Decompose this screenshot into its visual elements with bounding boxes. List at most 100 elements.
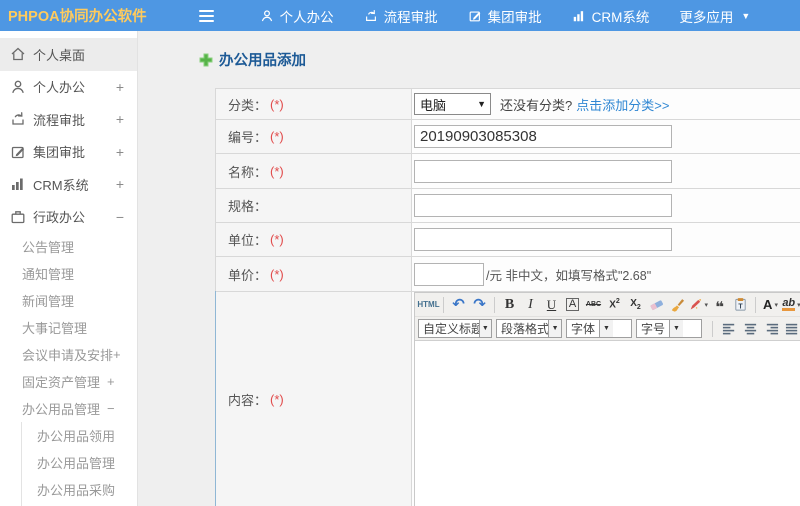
sidebar-item-label: 行政办公 — [33, 210, 86, 226]
form-value-cell — [412, 120, 800, 153]
unit-input[interactable] — [414, 228, 672, 251]
expand-toggle-icon[interactable]: + — [107, 374, 115, 389]
redo-icon[interactable]: ↷ — [470, 295, 489, 314]
font-style-icon[interactable]: A — [563, 295, 582, 314]
bold-icon[interactable]: B — [500, 295, 519, 314]
topnav-item[interactable]: 流程审批 — [349, 0, 453, 31]
sidebar-subitem[interactable]: 通知管理 — [0, 260, 137, 287]
align-justify-icon[interactable] — [783, 319, 800, 338]
font-color-icon[interactable]: A ▾ — [761, 295, 780, 314]
sidebar-item[interactable]: 流程审批 + — [0, 103, 137, 136]
undo-icon[interactable]: ↶ — [449, 295, 468, 314]
field-label: 编号： — [228, 130, 268, 145]
form-value-cell — [412, 189, 800, 222]
toolbar-separator — [755, 296, 756, 313]
format-painter-icon[interactable]: ▾ — [689, 295, 708, 314]
expand-toggle-icon[interactable]: + — [116, 144, 124, 160]
sidebar-subitem-label: 大事记管理 — [22, 321, 88, 336]
blockquote-icon[interactable]: ❝ — [710, 295, 729, 315]
sidebar-subitem[interactable]: 大事记管理 — [0, 314, 137, 341]
toolbar-separator — [494, 296, 495, 313]
html-source-button[interactable]: HTML — [417, 295, 439, 314]
dropdown-caret-icon: ▼ — [548, 320, 561, 337]
required-marker: (*) — [270, 96, 284, 112]
topnav-item[interactable]: 更多应用 ▼ — [664, 0, 765, 31]
sidebar-item[interactable]: 集团审批 + — [0, 136, 137, 169]
topbar: PHPOA协同办公软件 个人办公 流程审批 集团审批 CRM系统 更多应用 ▼ — [0, 0, 800, 31]
spec-input[interactable] — [414, 194, 672, 217]
align-left-icon[interactable] — [720, 319, 739, 338]
main-content: 办公用品添加 分类：(*)电脑▼还没有分类?点击添加分类>>编号：(*)名称：(… — [139, 31, 800, 506]
expand-toggle-icon[interactable]: + — [116, 111, 124, 127]
expand-toggle-icon[interactable]: − — [107, 401, 115, 416]
editor-dropdown[interactable]: 段落格式 ▼ — [496, 319, 562, 338]
expand-toggle-icon[interactable]: − — [116, 209, 124, 225]
eraser-icon[interactable] — [647, 295, 666, 314]
form-row-price: 单价： (*) /元 非中文，如填写格式"2.68" — [216, 257, 800, 292]
category-select[interactable]: 电脑 ▼ — [414, 93, 491, 115]
required-marker: (*) — [270, 163, 284, 179]
sidebar-item[interactable]: 个人办公 + — [0, 71, 137, 104]
form-row-name: 名称： (*) — [216, 154, 800, 189]
sidebar-subitem[interactable]: 办公用品管理 — [22, 449, 137, 476]
sidebar-subitem[interactable]: 新闻管理 — [0, 287, 137, 314]
sidebar-subitem[interactable]: 公告管理 — [0, 233, 137, 260]
editor-dropdown[interactable]: 自定义标题 ▼ — [418, 319, 492, 338]
editor-content-area[interactable] — [415, 341, 800, 506]
briefcase-icon — [10, 209, 26, 225]
sidebar-item-label: 流程审批 — [33, 112, 86, 128]
approve-icon — [468, 9, 482, 23]
editor-dropdown[interactable]: 字体 ▼ — [566, 319, 632, 338]
topnav-item[interactable]: 集团审批 — [453, 0, 557, 31]
chart-icon — [572, 9, 586, 23]
align-right-icon[interactable] — [762, 319, 781, 338]
clean-brush-icon[interactable] — [668, 295, 687, 314]
expand-toggle-icon[interactable]: + — [116, 176, 124, 192]
sidebar-subitem[interactable]: 办公用品管理 − — [0, 395, 137, 422]
chart-icon — [10, 176, 26, 192]
topnav-item[interactable]: CRM系统 — [557, 0, 665, 31]
paste-text-icon[interactable]: T — [731, 295, 750, 314]
field-label: 规格： — [228, 199, 268, 214]
code-input[interactable] — [414, 125, 672, 148]
editor-dropdown[interactable]: 字号 ▼ — [636, 319, 702, 338]
superscript-icon[interactable]: X2 — [605, 295, 624, 314]
dropdown-caret-icon: ▼ — [599, 320, 614, 337]
italic-icon[interactable]: I — [521, 295, 540, 314]
add-supplies-form: 分类：(*)电脑▼还没有分类?点击添加分类>>编号：(*)名称：(*)规格：单位… — [215, 88, 800, 506]
toolbar-separator — [712, 320, 713, 337]
add-category-link[interactable]: 点击添加分类>> — [576, 95, 669, 114]
editor-toolbar-row1: HTML↶↷BIUAABCX2X2▾❝TA▾ab▾ — [415, 293, 800, 317]
price-format-hint: /元 非中文，如填写格式"2.68" — [486, 268, 652, 283]
sidebar-subitem[interactable]: 办公用品采购 — [22, 476, 137, 503]
required-marker: (*) — [270, 232, 284, 247]
sidebar-subitem-label: 通知管理 — [22, 267, 75, 282]
subscript-icon[interactable]: X2 — [626, 295, 645, 314]
field-label: 单价： — [228, 267, 268, 283]
sidebar-item[interactable]: 行政办公 − — [0, 201, 137, 234]
expand-toggle-icon[interactable]: + — [113, 347, 121, 362]
highlight-color-icon[interactable]: ab▾ — [782, 295, 800, 314]
user-icon — [10, 79, 26, 95]
form-row-content: 内容：(*)HTML↶↷BIUAABCX2X2▾❝TA▾ab▾自定义标题▼段落格… — [215, 291, 800, 506]
price-input[interactable] — [414, 262, 484, 286]
top-navigation: 个人办公 流程审批 集团审批 CRM系统 更多应用 ▼ — [245, 0, 766, 31]
name-input[interactable] — [414, 159, 672, 183]
topnav-item[interactable]: 个人办公 — [245, 0, 349, 31]
topnav-item-label: 集团审批 — [487, 9, 542, 25]
sidebar-item[interactable]: 个人桌面 — [0, 38, 137, 71]
strikethrough-icon[interactable]: ABC — [584, 295, 603, 314]
form-row-code: 编号： (*) — [216, 120, 800, 154]
expand-toggle-icon[interactable]: + — [116, 79, 124, 95]
form-label-cell: 分类： (*) — [216, 89, 412, 119]
hamburger-menu-icon[interactable] — [198, 9, 219, 22]
underline-icon[interactable]: U — [542, 295, 561, 314]
sidebar-subitem[interactable]: 固定资产管理 + — [0, 368, 137, 395]
topnav-item-label: 更多应用 — [679, 9, 734, 25]
sidebar-subitem[interactable]: 办公用品领用 — [22, 422, 137, 449]
sidebar-subitem[interactable]: 会议申请及安排 + — [0, 341, 137, 368]
editor-toolbar-row2: 自定义标题 ▼ 段落格式 ▼ 字体 ▼ 字号 ▼ — [415, 317, 800, 341]
editor-dropdown-label: 字体 — [571, 322, 596, 336]
sidebar-item[interactable]: CRM系统 + — [0, 168, 137, 201]
align-center-icon[interactable] — [741, 319, 760, 338]
